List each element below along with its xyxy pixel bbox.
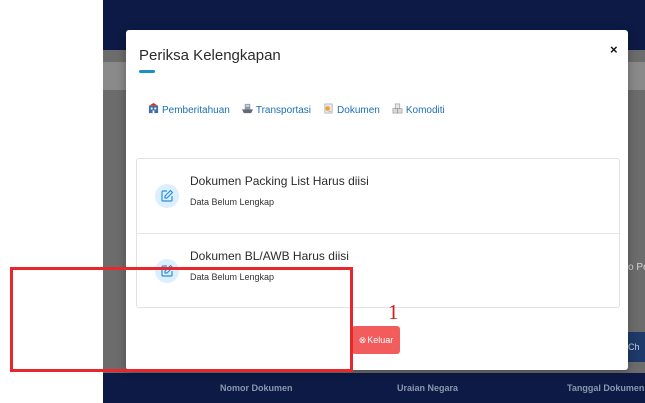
item-title: Dokumen BL/AWB Harus diisi xyxy=(190,249,349,263)
background-side-button: Ch xyxy=(628,332,645,362)
tab-komoditi[interactable]: Komoditi xyxy=(392,103,445,117)
boxes-icon xyxy=(392,103,403,117)
tab-dokumen[interactable]: Dokumen xyxy=(323,103,380,117)
tab-label: Dokumen xyxy=(337,104,380,116)
modal-title: Periksa Kelengkapan xyxy=(139,47,281,64)
tab-label: Komoditi xyxy=(405,104,445,116)
tab-bar: Pemberitahuan Transportasi Dokumen Komod… xyxy=(148,103,445,117)
annotation-highlight-box xyxy=(10,267,353,372)
keluar-button[interactable]: ⊗ Keluar xyxy=(352,326,400,354)
document-icon xyxy=(323,103,334,117)
tab-label: Transportasi xyxy=(255,104,312,116)
annotation-number: 1 xyxy=(388,300,399,324)
background-side-text: o Pe xyxy=(628,262,645,273)
column-tanggal-dokumen: Tanggal Dokumen xyxy=(567,383,645,393)
close-circle-icon: ⊗ xyxy=(358,334,367,345)
tab-pemberitahuan[interactable]: Pemberitahuan xyxy=(148,103,230,117)
edit-icon xyxy=(155,184,179,208)
ship-icon xyxy=(241,103,253,117)
title-underline xyxy=(139,70,155,73)
tab-transportasi[interactable]: Transportasi xyxy=(241,103,312,117)
item-status: Data Belum Lengkap xyxy=(190,197,275,207)
column-uraian-negara: Uraian Negara xyxy=(397,383,459,393)
background-table-header: Nomor Dokumen Uraian Negara Tanggal Doku… xyxy=(103,373,645,403)
item-title: Dokumen Packing List Harus diisi xyxy=(190,174,369,188)
tab-label: Pemberitahuan xyxy=(162,104,230,116)
close-button[interactable]: × xyxy=(610,42,618,57)
column-nomor-dokumen: Nomor Dokumen xyxy=(220,383,293,393)
building-icon xyxy=(148,103,159,117)
keluar-label: Keluar xyxy=(367,335,394,345)
list-item[interactable]: Dokumen Packing List Harus diisi Data Be… xyxy=(137,159,619,233)
